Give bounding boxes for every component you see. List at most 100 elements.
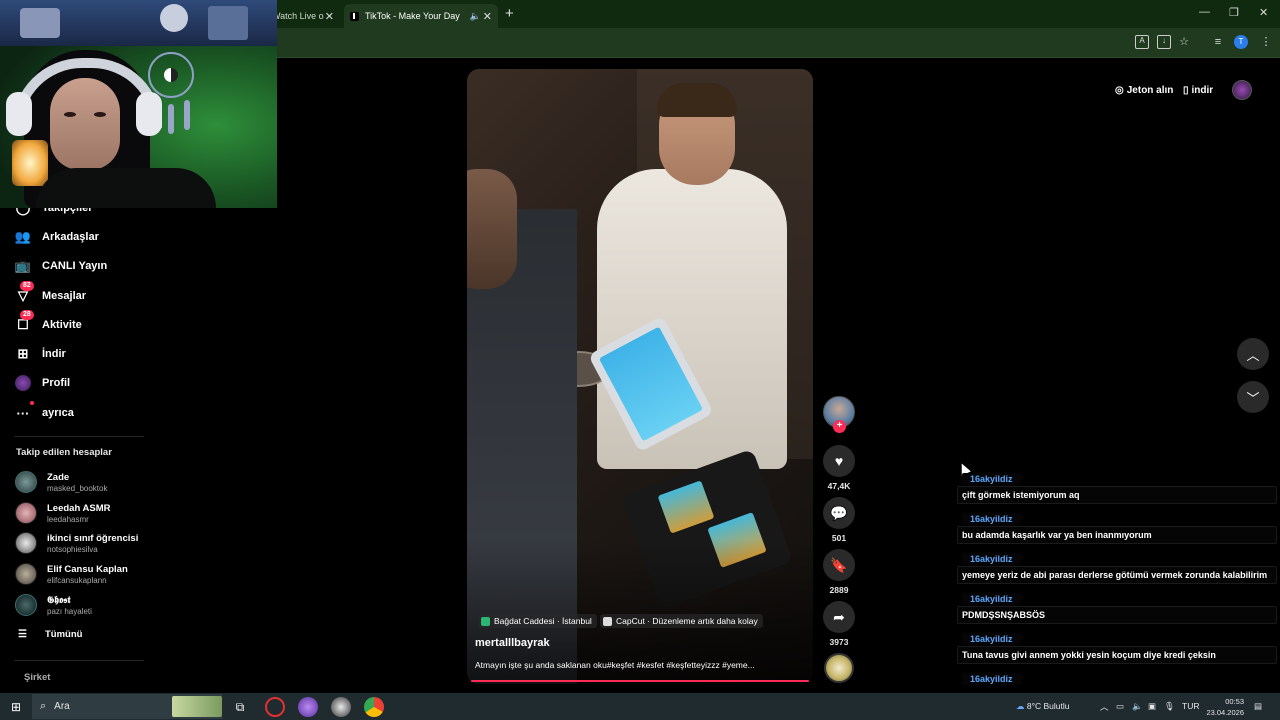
see-all-button[interactable]: ☰ Tümünü bbox=[18, 629, 82, 640]
streaming-app-icon[interactable] bbox=[298, 697, 318, 717]
close-window-icon[interactable]: ✕ bbox=[1259, 6, 1268, 19]
tray-overflow-icon[interactable]: ︿ bbox=[1100, 701, 1109, 713]
company-link[interactable]: Şirket bbox=[24, 672, 50, 683]
list-icon: ☰ bbox=[18, 629, 27, 640]
live-tv-icon: 📺 bbox=[14, 258, 32, 273]
video-author[interactable]: mertalllbayrak bbox=[475, 637, 550, 649]
sidebar-item-more[interactable]: ··· ayrıca bbox=[14, 401, 74, 424]
followed-account[interactable]: Leedah ASMR leedahasmr bbox=[15, 502, 155, 528]
task-view-icon[interactable]: ⧉ bbox=[232, 698, 248, 716]
more-dots-icon: ··· bbox=[14, 401, 34, 422]
sidebar-item-download[interactable]: ⊞ İndir bbox=[14, 343, 66, 365]
browser-menu-icon[interactable]: ⋮ bbox=[1259, 35, 1273, 49]
reading-list-icon[interactable]: ≡ bbox=[1211, 35, 1225, 49]
new-tab-button[interactable]: + bbox=[505, 5, 514, 22]
capcut-chip[interactable]: CapCut · Düzenleme artık daha kolay bbox=[600, 614, 763, 628]
sidebar-item-messages[interactable]: ▽ 82 Mesajlar bbox=[14, 281, 86, 307]
restore-icon[interactable]: ❐ bbox=[1229, 6, 1239, 19]
chat-message: çift görmek istemiyorum aq bbox=[957, 486, 1277, 504]
get-coins-label: Jeton alın bbox=[1126, 84, 1174, 96]
followed-account[interactable]: 𝕲𝖍𝖔𝖘𝖙 pazı hayaleti bbox=[15, 594, 155, 620]
avatar bbox=[15, 563, 37, 585]
close-icon[interactable]: ✕ bbox=[325, 10, 334, 23]
battery-icon[interactable]: ▭ bbox=[1116, 701, 1124, 712]
location-chip[interactable]: Bağdat Caddesi · İstanbul bbox=[478, 614, 597, 628]
sidebar-item-activity[interactable]: ☐ 28 Aktivite bbox=[14, 310, 82, 336]
feather-decor bbox=[184, 100, 190, 130]
previous-video-button[interactable]: ︿ bbox=[1237, 338, 1269, 370]
like-count: 47,4K bbox=[827, 481, 851, 491]
translate-icon[interactable]: A bbox=[1135, 35, 1149, 49]
minimize-icon[interactable]: — bbox=[1199, 6, 1210, 18]
save-button[interactable]: 🔖 bbox=[823, 549, 855, 581]
chat-username: 16akyildiz bbox=[962, 473, 1021, 485]
download-app-button[interactable]: ▯ indir bbox=[1183, 82, 1213, 98]
user-avatar[interactable] bbox=[1232, 80, 1252, 100]
coin-icon: ◎ bbox=[1115, 84, 1124, 96]
headphone-cup bbox=[136, 92, 162, 136]
account-username: elifcansukaplann bbox=[47, 576, 107, 585]
heart-icon: ♥ bbox=[834, 453, 844, 469]
share-button[interactable]: ➦ bbox=[823, 601, 855, 633]
sidebar-item-label: Arkadaşlar bbox=[42, 231, 99, 243]
account-name: ikinci sınıf öğrencisi bbox=[47, 533, 139, 544]
sidebar-item-profile[interactable]: Profil bbox=[14, 372, 70, 394]
chevron-down-icon: ﹀ bbox=[1246, 390, 1260, 406]
windows-start-icon[interactable]: ⊞ bbox=[8, 698, 24, 716]
followed-account[interactable]: ikinci sınıf öğrencisi notsophiesilva bbox=[15, 532, 155, 558]
get-coins-button[interactable]: ◎ Jeton alın bbox=[1115, 82, 1173, 98]
like-button[interactable]: ♥ bbox=[823, 445, 855, 477]
sidebar-item-live[interactable]: 📺 CANLI Yayın bbox=[14, 255, 107, 277]
obs-app-icon[interactable] bbox=[331, 697, 351, 717]
feather-decor bbox=[168, 104, 174, 134]
account-username: pazı hayaleti bbox=[47, 607, 92, 616]
music-disc-avatar[interactable] bbox=[824, 653, 854, 683]
close-icon[interactable]: ✕ bbox=[483, 10, 492, 23]
tab-tiktok[interactable]: TikTok - Make Your Day 🔈 ✕ bbox=[344, 4, 498, 28]
notifications-icon[interactable]: ▤ bbox=[1254, 701, 1262, 712]
video-frame-head bbox=[467, 169, 517, 289]
activity-icon: ☐ 28 bbox=[14, 310, 34, 334]
opera-app-icon[interactable] bbox=[265, 697, 285, 717]
video-player[interactable] bbox=[467, 69, 813, 684]
tab-label: Watch Live o bbox=[272, 11, 324, 21]
follow-plus-icon[interactable]: + bbox=[833, 420, 846, 433]
account-name: 𝕲𝖍𝖔𝖘𝖙 bbox=[47, 595, 71, 606]
sidebar-item-friends[interactable]: 👥 Arkadaşlar bbox=[14, 226, 99, 248]
bookmark-star-icon[interactable]: ☆ bbox=[1177, 35, 1191, 49]
streamer-shirt bbox=[36, 168, 216, 208]
following-section-title: Takip edilen hesaplar bbox=[16, 447, 112, 458]
speaker-icon[interactable]: 🔈 bbox=[470, 11, 481, 22]
browser-profile-avatar[interactable]: T bbox=[1234, 35, 1248, 49]
notification-dot bbox=[30, 401, 34, 405]
volume-icon[interactable]: 🔈 bbox=[1132, 701, 1143, 712]
network-icon[interactable]: ▣ bbox=[1148, 701, 1156, 712]
share-count: 3973 bbox=[829, 637, 849, 647]
search-placeholder: Ara bbox=[54, 701, 70, 712]
chat-message: bu adamda kaşarlık var ya ben inanmıyoru… bbox=[957, 526, 1277, 544]
profile-avatar-icon bbox=[14, 374, 32, 392]
weather-widget[interactable]: ☁ 8°C Bulutlu bbox=[1016, 701, 1070, 712]
taskbar-clock[interactable]: 00:53 23.04.2026 bbox=[1200, 696, 1244, 718]
weather-label: 8°C Bulutlu bbox=[1026, 701, 1070, 711]
capcut-chip-label: CapCut · Düzenleme artık daha kolay bbox=[616, 616, 758, 626]
video-description[interactable]: Atmayın işte şu anda saklanan oku#keşfet… bbox=[475, 660, 807, 670]
followed-account[interactable]: Elif Cansu Kaplan elifcansukaplann bbox=[15, 563, 155, 589]
followed-account[interactable]: Zade masked_booktok bbox=[15, 471, 155, 497]
headphone-cup bbox=[6, 92, 32, 136]
microphone-icon[interactable]: 🎙 bbox=[1164, 701, 1175, 712]
search-icon: ⌕ bbox=[40, 700, 47, 712]
taskbar-search[interactable]: ⌕ Ara bbox=[32, 694, 222, 719]
comment-button[interactable]: 💬 bbox=[823, 497, 855, 529]
input-language[interactable]: TUR bbox=[1182, 701, 1199, 711]
video-progress-bar[interactable] bbox=[471, 680, 809, 682]
chrome-app-icon[interactable] bbox=[364, 697, 384, 717]
avatar bbox=[15, 502, 37, 524]
chat-message: PDMDŞSNŞABSÖS bbox=[957, 606, 1277, 624]
next-video-button[interactable]: ﹀ bbox=[1237, 381, 1269, 413]
tab-label: TikTok - Make Your Day bbox=[365, 11, 460, 21]
tab-watch-live[interactable]: Watch Live o ✕ bbox=[272, 4, 340, 28]
share-arrow-icon: ➦ bbox=[833, 608, 845, 625]
download-plus-icon: ⊞ bbox=[17, 346, 29, 361]
install-app-icon[interactable]: ↓ bbox=[1157, 35, 1171, 49]
